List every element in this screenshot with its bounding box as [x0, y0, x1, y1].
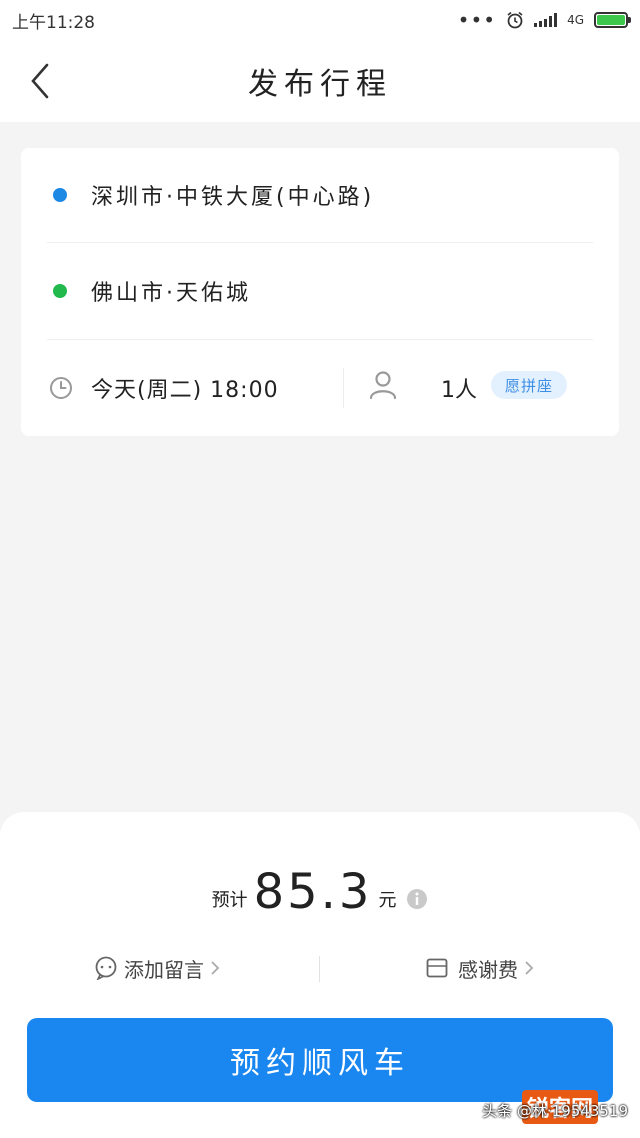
chevron-right-icon — [211, 961, 220, 975]
chevron-left-icon — [31, 63, 49, 99]
status-time: 上午11:28 — [12, 12, 95, 33]
vertical-divider — [319, 956, 320, 982]
origin-row[interactable]: 深圳市·中铁大厦(中心路) — [21, 148, 619, 242]
status-bar: 上午11:28 ••• 4G — [0, 0, 640, 40]
back-button[interactable] — [20, 60, 60, 102]
battery-icon — [594, 12, 631, 28]
trip-card: 深圳市·中铁大厦(中心路) 佛山市·天佑城 今天(周二) 18:00 1人 愿拼… — [21, 148, 619, 436]
watermark-text: 头条 @林·19543519 — [482, 1102, 628, 1120]
price-line: 预计 85.3 元 — [0, 852, 640, 922]
add-message-button[interactable]: 添加留言 — [94, 948, 220, 988]
thanks-fee-label: 感谢费 — [458, 957, 518, 982]
origin-dot-icon — [53, 188, 67, 202]
more-dots-icon: ••• — [457, 8, 497, 32]
departure-time: 今天(周二) 18:00 — [91, 378, 279, 403]
destination-text: 佛山市·天佑城 — [91, 281, 251, 306]
page-title: 发布行程 — [248, 67, 392, 102]
add-message-label: 添加留言 — [124, 957, 204, 982]
network-type: 4G — [567, 13, 584, 27]
departure-time-button[interactable]: 今天(周二) 18:00 — [21, 340, 341, 436]
destination-row[interactable]: 佛山市·天佑城 — [21, 244, 619, 338]
signal-icon — [534, 13, 558, 27]
person-icon — [369, 371, 397, 400]
carpool-badge[interactable]: 愿拼座 — [491, 371, 568, 399]
action-row: 添加留言 感谢费 — [0, 948, 640, 988]
destination-dot-icon — [53, 284, 67, 298]
divider — [47, 242, 593, 243]
clock-icon — [50, 377, 72, 399]
price-unit: 元 — [378, 890, 397, 911]
nav-bar: 发布行程 — [0, 40, 640, 122]
status-icons: ••• 4G — [457, 8, 631, 32]
envelope-icon — [426, 958, 448, 978]
info-icon[interactable] — [406, 888, 428, 910]
passenger-button[interactable]: 1人 愿拼座 — [351, 340, 619, 436]
passenger-count: 1人 — [441, 378, 477, 403]
origin-text: 深圳市·中铁大厦(中心路) — [91, 185, 375, 210]
vertical-divider — [343, 368, 344, 408]
alarm-icon — [507, 11, 523, 29]
chat-bubble-icon — [95, 956, 117, 980]
meta-row: 今天(周二) 18:00 1人 愿拼座 — [21, 340, 619, 436]
thanks-fee-button[interactable]: 感谢费 — [426, 948, 534, 988]
price-label: 预计 — [211, 890, 248, 911]
chevron-right-icon — [525, 961, 534, 975]
price-value: 85.3 — [253, 864, 373, 920]
